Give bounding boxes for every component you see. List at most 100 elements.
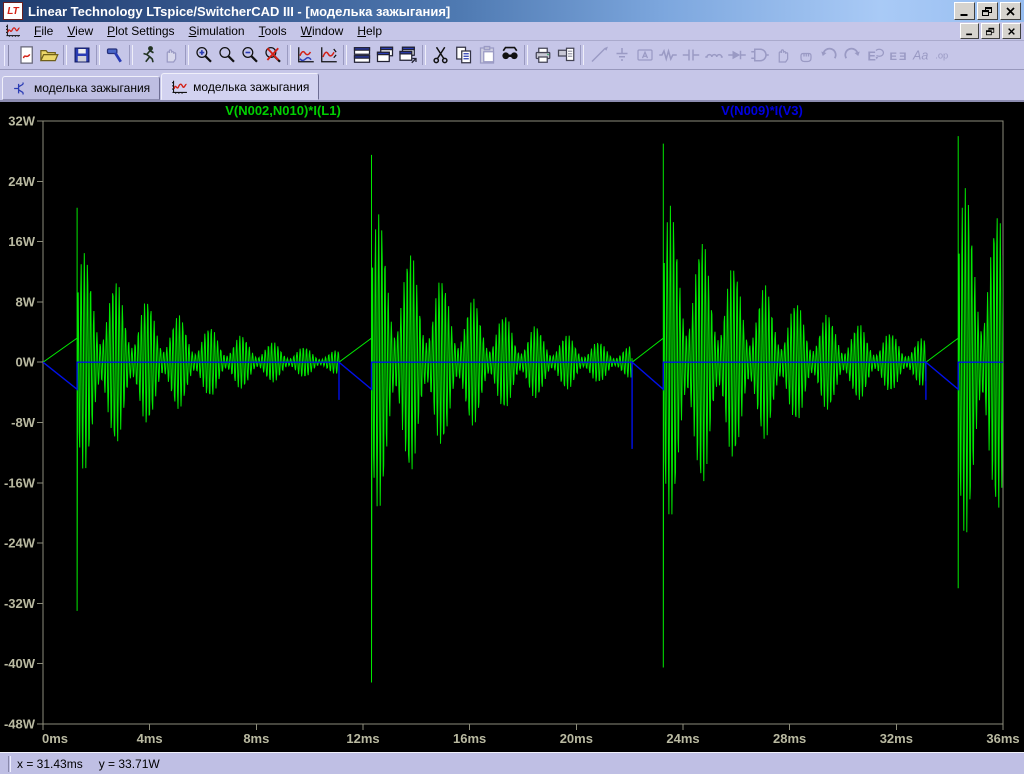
- minimize-icon: [958, 6, 971, 17]
- diode-icon: [727, 45, 747, 65]
- redo-button[interactable]: [840, 44, 863, 67]
- menu-help[interactable]: Help: [350, 23, 389, 39]
- save-button[interactable]: [70, 44, 93, 67]
- app-logo-icon: LT: [3, 2, 23, 20]
- redo-icon: [842, 45, 862, 65]
- tile-icon: [352, 45, 372, 65]
- new-schematic-button[interactable]: [14, 44, 37, 67]
- mdi-close-icon: [1006, 27, 1017, 36]
- minimize-button[interactable]: [954, 2, 975, 20]
- text-button[interactable]: Aa: [909, 44, 932, 67]
- x-axis-label: 12ms: [346, 731, 379, 746]
- halt-icon: [161, 45, 181, 65]
- toolbar-separator: [96, 45, 100, 65]
- run-button[interactable]: [136, 44, 159, 67]
- capacitor-button[interactable]: [679, 44, 702, 67]
- zoom-out-button[interactable]: [238, 44, 261, 67]
- resistor-button[interactable]: [656, 44, 679, 67]
- inductor-button[interactable]: [702, 44, 725, 67]
- find-button[interactable]: [498, 44, 521, 67]
- svg-text:E: E: [867, 50, 875, 64]
- spice-directive-button[interactable]: .op: [932, 44, 955, 67]
- waveform-plot[interactable]: 32W24W16W8W0W-8W-16W-24W-32W-40W-48W0ms4…: [0, 102, 1024, 752]
- menu-window[interactable]: Window: [294, 23, 351, 39]
- text-icon: Aa: [911, 45, 931, 65]
- restore-button[interactable]: [977, 2, 998, 20]
- zoom-back-button[interactable]: [215, 44, 238, 67]
- autorange-button[interactable]: [294, 44, 317, 67]
- diode-button[interactable]: [725, 44, 748, 67]
- menu-simulation[interactable]: Simulation: [182, 23, 252, 39]
- resistor-icon: [658, 45, 678, 65]
- close-button[interactable]: [1000, 2, 1021, 20]
- status-separator: [8, 756, 11, 772]
- zoom-in-button[interactable]: [192, 44, 215, 67]
- wire-button[interactable]: [587, 44, 610, 67]
- trace-legend-blue[interactable]: V(N009)*I(V3): [721, 103, 803, 118]
- toolbar-separator: [129, 45, 133, 65]
- menu-view[interactable]: View: [60, 23, 100, 39]
- tile-button[interactable]: [350, 44, 373, 67]
- print-button[interactable]: [531, 44, 554, 67]
- y-axis-label: -8W: [11, 415, 36, 430]
- zoom-full-button[interactable]: [261, 44, 284, 67]
- control-panel-button[interactable]: [103, 44, 126, 67]
- mdi-close-button[interactable]: [1002, 23, 1021, 39]
- overlap-button[interactable]: [396, 44, 419, 67]
- open-button[interactable]: [37, 44, 60, 67]
- toolbar-separator: [63, 45, 67, 65]
- mdi-restore-icon: [985, 27, 996, 36]
- x-axis-label: 32ms: [880, 731, 913, 746]
- mdi-minimize-button[interactable]: [960, 23, 979, 39]
- rotate-button[interactable]: E: [863, 44, 886, 67]
- label-button[interactable]: [633, 44, 656, 67]
- overlap-icon: [398, 45, 418, 65]
- save-icon: [72, 45, 92, 65]
- open-icon: [39, 45, 59, 65]
- new-schematic-icon: [16, 45, 36, 65]
- tab-2-active[interactable]: моделька зажыгания: [161, 73, 319, 100]
- menu-plot-settings[interactable]: Plot Settings: [100, 23, 181, 39]
- plot-settings-button[interactable]: [317, 44, 340, 67]
- control-panel-icon: [105, 45, 125, 65]
- toolbar-separator: [343, 45, 347, 65]
- cascade-icon: [375, 45, 395, 65]
- menu-tools[interactable]: Tools: [252, 23, 294, 39]
- component-button[interactable]: [748, 44, 771, 67]
- move-button[interactable]: [771, 44, 794, 67]
- halt-button[interactable]: [159, 44, 182, 67]
- rotate-icon: E: [865, 45, 885, 65]
- copy-button[interactable]: [452, 44, 475, 67]
- toolbar-grip[interactable]: [4, 45, 9, 66]
- y-axis-label: 32W: [8, 114, 35, 129]
- y-axis-label: -40W: [4, 656, 36, 671]
- status-bar: x = 31.43ms y = 33.71W: [0, 752, 1024, 774]
- menu-file[interactable]: File: [27, 23, 60, 39]
- mdi-window-controls: [960, 23, 1021, 39]
- cut-button[interactable]: [429, 44, 452, 67]
- schematic-icon: [12, 81, 29, 96]
- paste-button[interactable]: [475, 44, 498, 67]
- tab-1[interactable]: моделька зажыгания: [2, 76, 160, 100]
- svg-text:E: E: [889, 51, 897, 63]
- ground-icon: [612, 45, 632, 65]
- undo-icon: [819, 45, 839, 65]
- x-axis-label: 20ms: [560, 731, 593, 746]
- cascade-button[interactable]: [373, 44, 396, 67]
- drag-button[interactable]: [794, 44, 817, 67]
- mdi-restore-button[interactable]: [981, 23, 1000, 39]
- ground-button[interactable]: [610, 44, 633, 67]
- print-preview-button[interactable]: [554, 44, 577, 67]
- y-axis-label: 16W: [8, 234, 35, 249]
- cursor-y-readout: y = 33.71W: [99, 757, 160, 771]
- trace-legend-green[interactable]: V(N002,N010)*I(L1): [225, 103, 341, 118]
- waveform-pane[interactable]: 32W24W16W8W0W-8W-16W-24W-32W-40W-48W0ms4…: [0, 102, 1024, 752]
- green-trace-inductor-power[interactable]: [43, 136, 1005, 682]
- undo-button[interactable]: [817, 44, 840, 67]
- close-icon: [1004, 6, 1017, 17]
- toolbar-separator: [580, 45, 584, 65]
- mirror-button[interactable]: EE: [886, 44, 909, 67]
- find-icon: [500, 45, 520, 65]
- drag-icon: [796, 45, 816, 65]
- zoom-back-icon: [217, 45, 237, 65]
